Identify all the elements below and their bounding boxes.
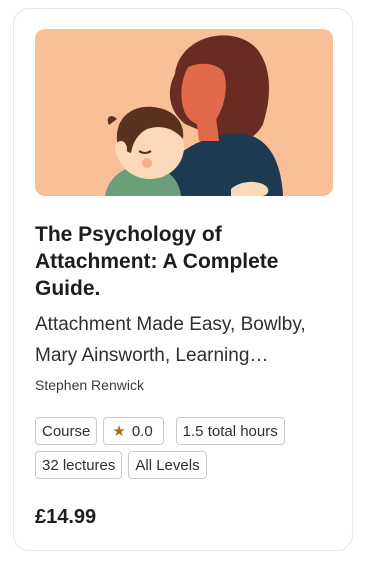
course-card[interactable]: The Psychology of Attachment: A Complete… — [13, 8, 353, 551]
badge-duration: 1.5 total hours — [175, 417, 285, 445]
badge-rating: ★ 0.0 — [103, 417, 164, 445]
course-subtitle: Attachment Made Easy, Bowlby, Mary Ainsw… — [35, 314, 306, 366]
level-label: All Levels — [135, 456, 200, 474]
lectures-label: 32 lectures — [42, 456, 116, 474]
duration-label: 1.5 total hours — [182, 422, 278, 440]
badge-course-type: Course — [35, 417, 98, 445]
instructor-name: Stephen Renwick — [35, 377, 144, 393]
badge-level: All Levels — [128, 451, 207, 479]
course-price: £14.99 — [35, 506, 97, 528]
badge-course-type-label: Course — [42, 422, 91, 440]
mother-child-illustration-icon — [35, 29, 333, 196]
course-title[interactable]: The Psychology of Attachment: A Complete… — [35, 221, 335, 302]
course-thumbnail[interactable] — [35, 29, 333, 196]
course-badges: Course ★ 0.0 1.5 total hours 32 lectures… — [35, 417, 335, 479]
rating-value: 0.0 — [131, 422, 153, 440]
badge-lectures: 32 lectures — [35, 451, 123, 479]
star-icon: ★ — [112, 423, 126, 440]
